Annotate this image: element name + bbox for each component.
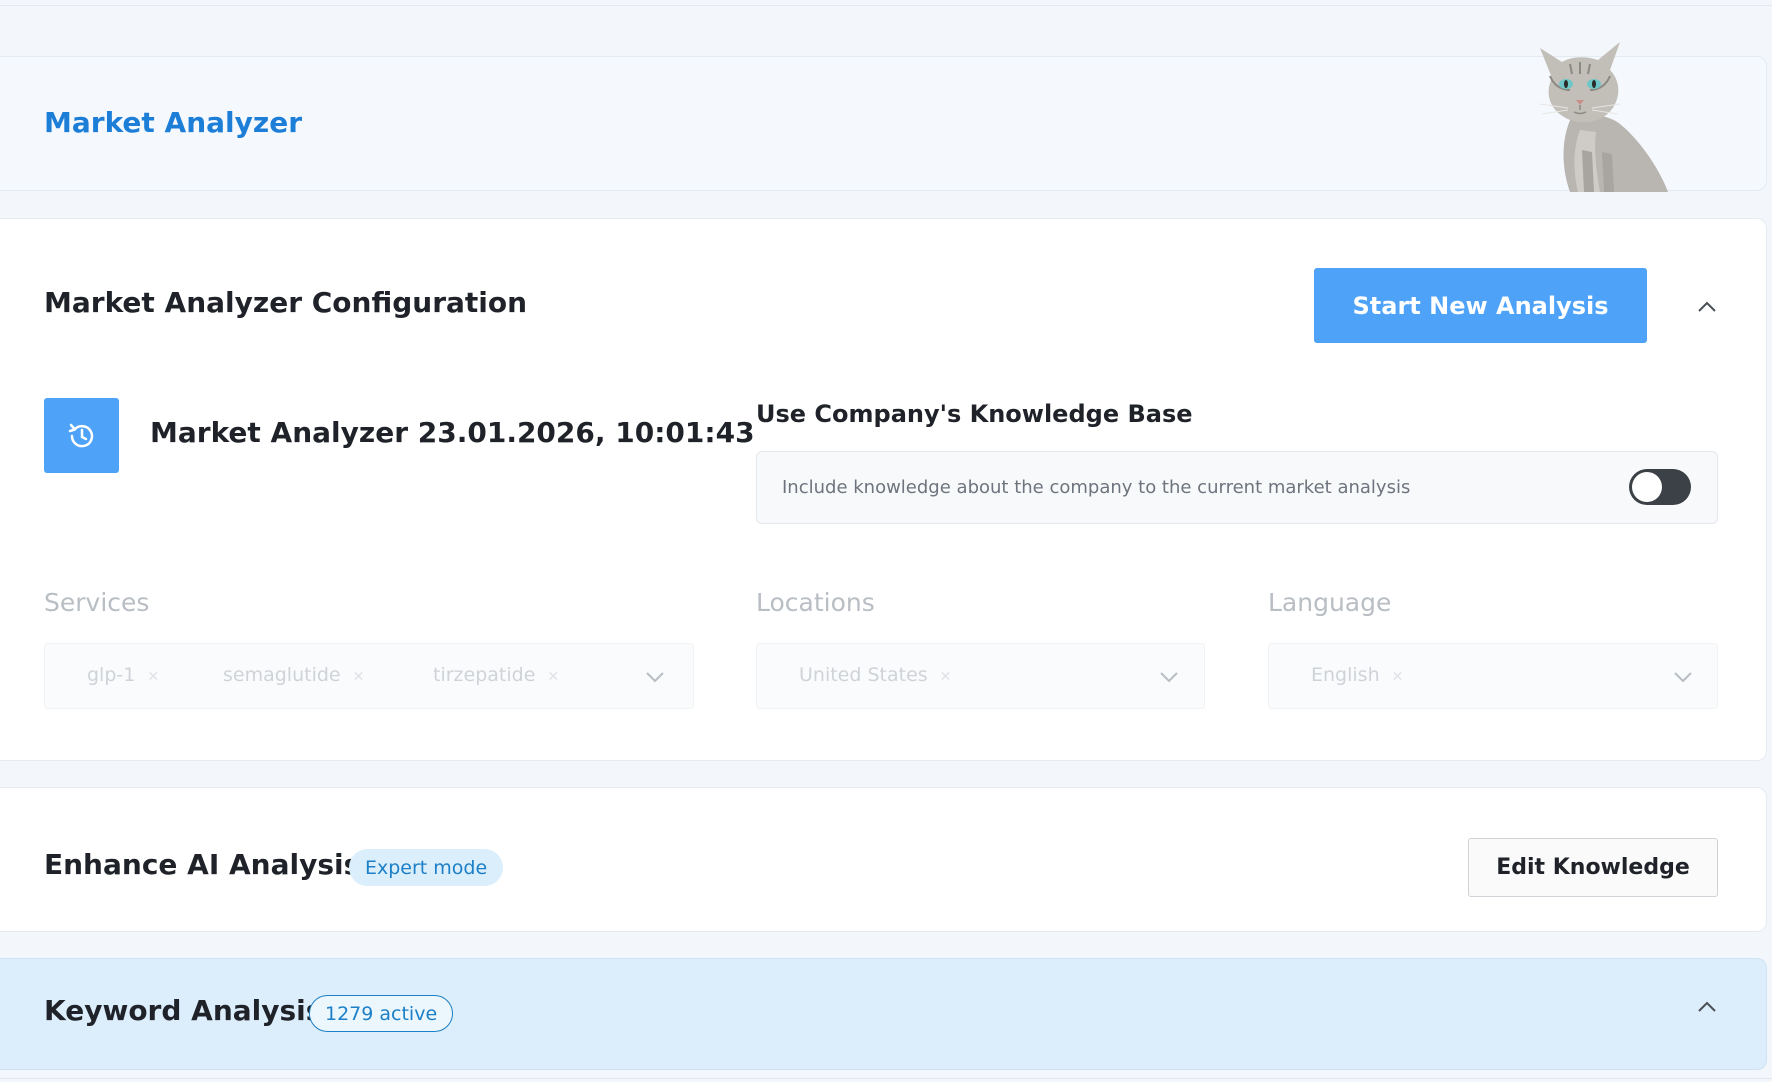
top-divider [0, 5, 1772, 6]
history-icon [68, 423, 93, 447]
toggle-knob [1632, 472, 1662, 502]
remove-tag-icon[interactable]: ✕ [1392, 669, 1404, 685]
cat-mascot-image [1539, 42, 1668, 192]
locations-label: Locations [756, 588, 875, 617]
chevron-down-icon [1674, 672, 1692, 683]
remove-tag-icon[interactable]: ✕ [547, 669, 559, 685]
configuration-title: Market Analyzer Configuration [44, 286, 528, 319]
history-icon-button[interactable] [44, 398, 119, 473]
chevron-down-icon [646, 672, 664, 683]
active-count-badge: 1279 active [309, 995, 454, 1032]
enhance-analysis-title: Enhance AI Analysis [44, 848, 361, 881]
collapse-chevron-up-icon[interactable] [1696, 296, 1718, 318]
knowledge-base-box: Include knowledge about the company to t… [756, 451, 1718, 524]
bottom-divider [0, 1078, 1772, 1079]
service-tag: tirzepatide ✕ [433, 664, 560, 686]
service-tag: semaglutide ✕ [223, 664, 365, 686]
start-new-analysis-button[interactable]: Start New Analysis [1314, 268, 1647, 343]
keyword-analysis-title: Keyword Analysis [44, 994, 323, 1027]
locations-select[interactable]: United States ✕ [756, 643, 1205, 709]
analysis-name: Market Analyzer 23.01.2026, 10:01:43 [150, 416, 755, 449]
location-tag: United States ✕ [799, 664, 952, 686]
language-select[interactable]: English ✕ [1268, 643, 1718, 709]
service-tag: glp-1 ✕ [87, 664, 160, 686]
language-tag: English ✕ [1311, 664, 1404, 686]
chevron-down-icon [1160, 672, 1178, 683]
app-title: Market Analyzer [44, 106, 303, 139]
knowledge-base-title: Use Company's Knowledge Base [756, 400, 1193, 428]
remove-tag-icon[interactable]: ✕ [147, 669, 159, 685]
collapse-chevron-up-icon[interactable] [1696, 996, 1718, 1018]
language-label: Language [1268, 588, 1392, 617]
remove-tag-icon[interactable]: ✕ [940, 669, 952, 685]
edit-knowledge-button[interactable]: Edit Knowledge [1468, 838, 1718, 897]
knowledge-base-toggle[interactable] [1629, 469, 1691, 505]
services-label: Services [44, 588, 150, 617]
remove-tag-icon[interactable]: ✕ [353, 669, 365, 685]
expert-mode-badge: Expert mode [349, 849, 504, 886]
services-select[interactable]: glp-1 ✕ semaglutide ✕ tirzepatide ✕ [44, 643, 694, 709]
knowledge-base-description: Include knowledge about the company to t… [782, 477, 1411, 498]
